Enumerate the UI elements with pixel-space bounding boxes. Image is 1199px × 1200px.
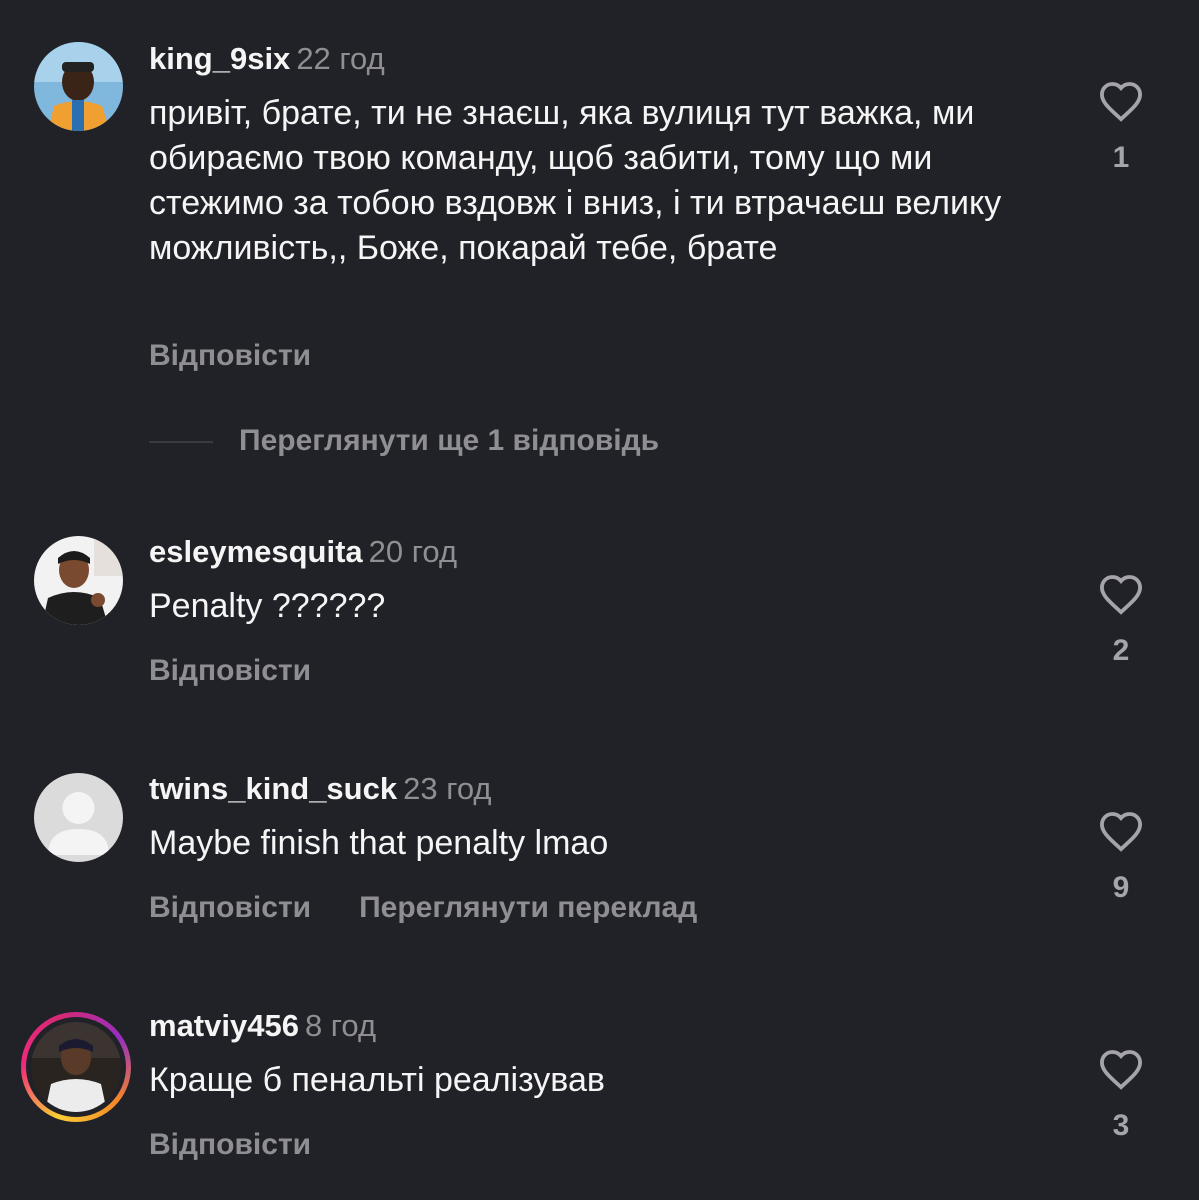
avatar-photo (34, 536, 123, 625)
comment-actions: Відповісти (149, 1126, 311, 1164)
reply-button[interactable]: Відповісти (149, 891, 311, 924)
translate-button[interactable]: Переглянути переклад (359, 891, 697, 924)
timestamp: 22 год (296, 41, 385, 76)
like-count: 9 (1112, 871, 1130, 904)
like-control: 3 (1094, 1048, 1148, 1144)
replies-divider (149, 441, 213, 444)
like-control: 9 (1094, 810, 1148, 906)
heart-outline-icon[interactable] (1098, 80, 1144, 122)
like-control: 2 (1094, 573, 1148, 669)
avatar[interactable] (34, 536, 123, 625)
heart-outline-icon[interactable] (1098, 810, 1144, 852)
like-control: 1 (1094, 80, 1148, 176)
avatar[interactable] (34, 773, 123, 862)
comment-actions: Відповісти (149, 337, 311, 375)
avatar[interactable] (34, 42, 123, 131)
reply-button[interactable]: Відповісти (149, 1128, 311, 1161)
avatar-photo (31, 1022, 121, 1112)
comment-header: esleymesquita 20 год (149, 533, 457, 571)
reply-button[interactable]: Відповісти (149, 339, 311, 372)
reply-button[interactable]: Відповісти (149, 654, 311, 687)
timestamp: 8 год (304, 1008, 377, 1043)
timestamp: 20 год (368, 534, 458, 569)
avatar (31, 1022, 121, 1112)
comment-header: king_9six 22 год (149, 40, 385, 78)
username[interactable]: twins_kind_suck (149, 771, 397, 806)
comment-text: привіт, брате, ти не знаєш, яка вулиця т… (149, 94, 1002, 267)
like-count: 3 (1112, 1109, 1130, 1142)
view-replies-label: Переглянути ще 1 відповідь (239, 424, 660, 457)
heart-outline-icon[interactable] (1098, 573, 1144, 615)
user-silhouette-icon (34, 773, 123, 862)
story-ring[interactable] (21, 1012, 131, 1122)
comment-header: matviy456 8 год (149, 1007, 376, 1045)
comment-text: Penalty ?????? (149, 587, 386, 625)
like-count: 1 (1112, 141, 1130, 174)
username[interactable]: esleymesquita (149, 534, 363, 569)
comment-actions: Відповісти (149, 652, 311, 690)
view-replies-button[interactable]: Переглянути ще 1 відповідь (149, 422, 659, 460)
username[interactable]: matviy456 (149, 1008, 299, 1043)
comment-header: twins_kind_suck 23 год (149, 770, 491, 808)
like-count: 2 (1112, 634, 1130, 667)
comment-actions: Відповісти Переглянути переклад (149, 889, 697, 927)
timestamp: 23 год (403, 771, 492, 806)
comment-text: Maybe finish that penalty lmao (149, 824, 609, 862)
username[interactable]: king_9six (149, 41, 290, 76)
avatar-photo (34, 42, 123, 131)
comment-text: Краще б пенальті реалізував (149, 1061, 605, 1099)
heart-outline-icon[interactable] (1098, 1048, 1144, 1090)
